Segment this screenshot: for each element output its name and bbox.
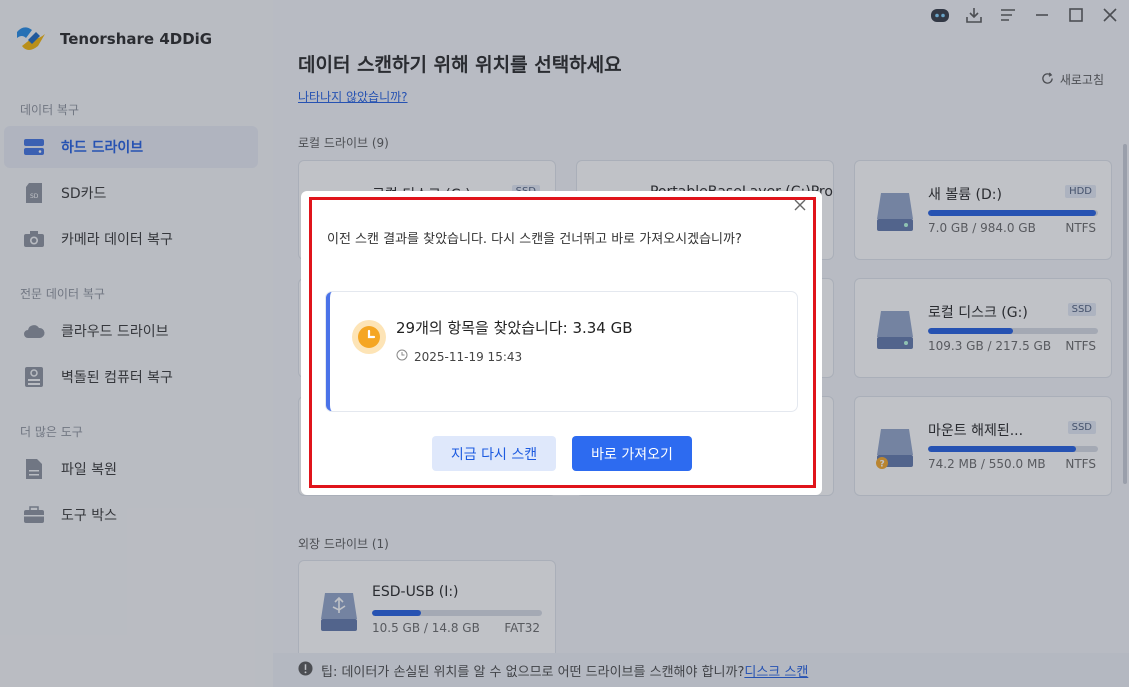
import-now-button[interactable]: 바로 가져오기 bbox=[572, 436, 692, 471]
dialog-message: 이전 스캔 결과를 찾았습니다. 다시 스캔을 건너뛰고 바로 가져오시겠습니까… bbox=[327, 232, 742, 247]
previous-scan-dialog: 이전 스캔 결과를 찾았습니다. 다시 스캔을 건너뛰고 바로 가져오시겠습니까… bbox=[301, 191, 822, 495]
close-icon bbox=[794, 199, 806, 215]
scan-result-time: 2025-11-19 15:43 bbox=[396, 349, 522, 364]
time-icon bbox=[396, 349, 408, 364]
scan-result-card[interactable]: 29개의 항목을 찾았습니다: 3.34 GB 2025-11-19 15:43 bbox=[326, 292, 797, 411]
scan-timestamp: 2025-11-19 15:43 bbox=[414, 349, 523, 364]
clock-icon bbox=[352, 320, 386, 354]
dialog-close-button[interactable] bbox=[790, 197, 810, 217]
rescan-now-button[interactable]: 지금 다시 스캔 bbox=[432, 436, 556, 471]
scan-result-title: 29개의 항목을 찾았습니다: 3.34 GB bbox=[396, 319, 633, 337]
